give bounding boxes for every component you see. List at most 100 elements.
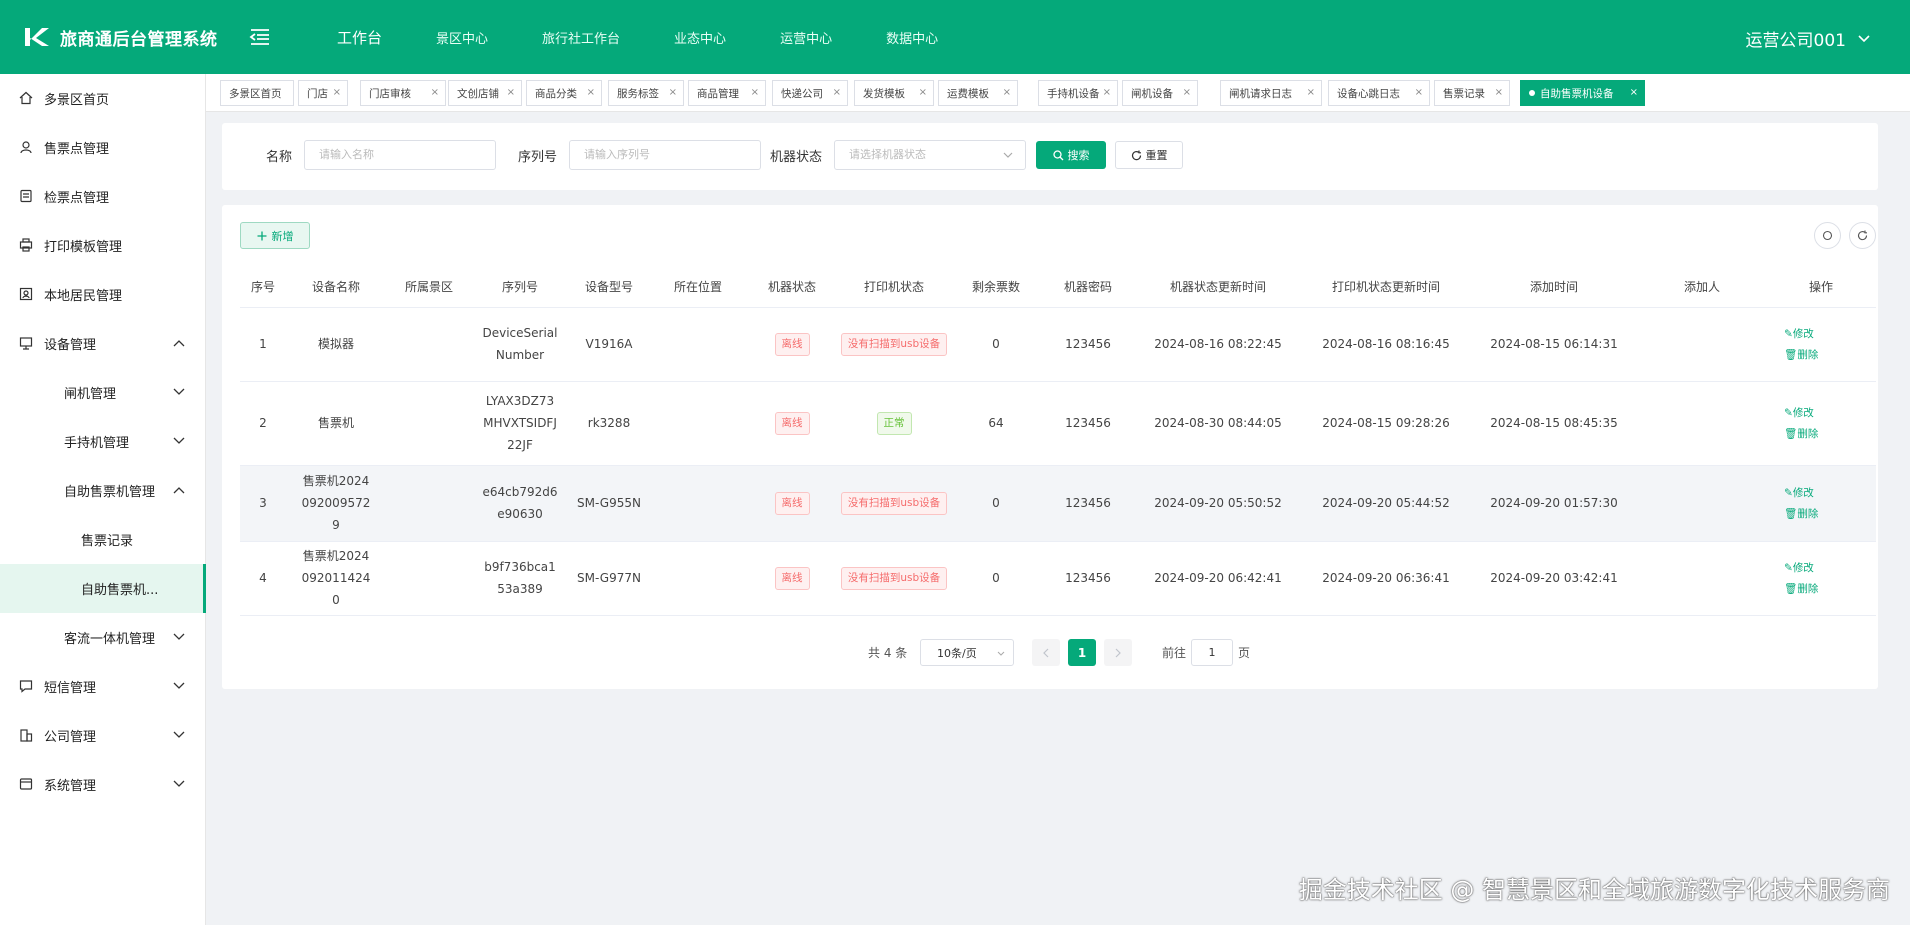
edit-button[interactable]: ✎修改 xyxy=(1768,485,1874,501)
menu-fold-icon[interactable] xyxy=(248,25,272,49)
cell-status-time: 2024-08-30 08:44:05 xyxy=(1134,381,1302,466)
table-row[interactable]: 3 售票机20240920095729 e64cb792d6e90630 SM-… xyxy=(240,465,1876,542)
tab-product-management[interactable]: 商品管理 × xyxy=(688,80,766,106)
tab-self-service-device[interactable]: 自助售票机设备 × xyxy=(1520,80,1645,106)
sidebar-item-system[interactable]: 系统管理 xyxy=(0,760,205,809)
sidebar-item-resident[interactable]: 本地居民管理 xyxy=(0,270,205,319)
edit-icon: ✎ xyxy=(1784,406,1793,419)
delete-button[interactable]: 🗑删除 xyxy=(1768,347,1874,363)
sms-icon xyxy=(19,680,33,693)
status-select[interactable]: 请选择机器状态 xyxy=(834,140,1026,170)
close-icon[interactable]: × xyxy=(751,87,759,98)
tab-store[interactable]: 门店 × xyxy=(298,80,348,106)
tab-freight-template[interactable]: 运费模板 × xyxy=(938,80,1018,106)
sidebar-item-label: 闸机管理 xyxy=(64,387,117,402)
close-icon[interactable]: × xyxy=(833,87,841,98)
column-header: 设备型号 xyxy=(568,267,650,308)
tab-label: 设备心跳日志 xyxy=(1337,87,1400,100)
tab-store-review[interactable]: 门店审核 × xyxy=(360,80,446,106)
tab-delivery-template[interactable]: 发货模板 × xyxy=(854,80,934,106)
status-placeholder: 请选择机器状态 xyxy=(849,148,926,161)
close-icon[interactable]: × xyxy=(507,87,515,98)
delete-button[interactable]: 🗑删除 xyxy=(1768,426,1874,442)
sidebar-item-ticket-point[interactable]: 售票点管理 xyxy=(0,123,205,172)
cell-model: V1916A xyxy=(568,307,650,382)
goto-page-input[interactable]: 1 xyxy=(1191,639,1233,666)
tab-gate-request-log[interactable]: 闸机请求日志 × xyxy=(1220,80,1322,106)
tab-service-tag[interactable]: 服务标签 × xyxy=(608,80,684,106)
sidebar-item-handheld[interactable]: 手持机管理 xyxy=(0,417,205,466)
close-icon[interactable]: × xyxy=(1003,87,1011,98)
sidebar-item-home[interactable]: 多景区首页 xyxy=(0,74,205,123)
prev-page-button[interactable] xyxy=(1032,639,1060,666)
topnav-travel-agency[interactable]: 旅行社工作台 xyxy=(542,28,620,47)
user-menu[interactable]: 运营公司001 xyxy=(1746,26,1870,51)
name-input[interactable]: 请输入名称 xyxy=(304,140,496,170)
table-row[interactable]: 2 售票机 LYAX3DZ73MHVXTSIDFJ22JF rk3288 离线 … xyxy=(240,381,1876,466)
close-icon[interactable]: × xyxy=(431,87,439,98)
tab-heartbeat-log[interactable]: 设备心跳日志 × xyxy=(1328,80,1430,106)
sidebar-item-self-service-machine[interactable]: 自助售票机管理 xyxy=(0,466,205,515)
cell-model: SM-G977N xyxy=(568,541,650,616)
sidebar-item-passenger-flow[interactable]: 客流一体机管理 xyxy=(0,613,205,662)
delete-button[interactable]: 🗑删除 xyxy=(1768,581,1874,597)
sidebar-item-label: 手持机管理 xyxy=(64,436,130,451)
sidebar-item-label: 售票记录 xyxy=(81,534,134,549)
page-number-1[interactable]: 1 xyxy=(1068,639,1096,666)
close-icon[interactable]: × xyxy=(1307,87,1315,98)
chevron-down-icon xyxy=(997,651,1005,656)
edit-button[interactable]: ✎修改 xyxy=(1768,560,1874,576)
close-icon[interactable]: × xyxy=(1495,87,1503,98)
topnav-data-center[interactable]: 数据中心 xyxy=(886,28,938,47)
toggle-search-button[interactable] xyxy=(1814,222,1841,249)
add-button-label: 新增 xyxy=(271,229,294,243)
tab-gate-device[interactable]: 闸机设备 × xyxy=(1122,80,1198,106)
sidebar-item-gate[interactable]: 闸机管理 xyxy=(0,368,205,417)
refresh-icon xyxy=(1857,230,1868,241)
close-icon[interactable]: × xyxy=(669,87,677,98)
sidebar-item-sales-record[interactable]: 售票记录 xyxy=(0,515,205,564)
tab-handheld-device[interactable]: 手持机设备 × xyxy=(1038,80,1118,106)
close-icon[interactable]: × xyxy=(333,87,341,98)
table-row[interactable]: 4 售票机20240920114240 b9f736bca153a389 SM-… xyxy=(240,541,1876,616)
tab-product-category[interactable]: 商品分类 × xyxy=(526,80,602,106)
cell-printer: 正常 xyxy=(838,381,950,466)
close-icon[interactable]: × xyxy=(1415,87,1423,98)
page-size-select[interactable]: 10条/页 xyxy=(920,639,1014,666)
reset-button[interactable]: 重置 xyxy=(1115,141,1183,169)
close-icon[interactable]: × xyxy=(1103,87,1111,98)
delete-button[interactable]: 🗑删除 xyxy=(1768,506,1874,522)
search-button[interactable]: 搜索 xyxy=(1036,141,1106,169)
edit-button[interactable]: ✎修改 xyxy=(1768,326,1874,342)
table-row[interactable]: 1 模拟器 DeviceSerialNumber V1916A 离线 没有扫描到… xyxy=(240,307,1876,382)
topnav-workbench[interactable]: 工作台 xyxy=(337,27,382,48)
serial-input[interactable]: 请输入序列号 xyxy=(569,140,761,170)
topnav-scenic-center[interactable]: 景区中心 xyxy=(436,28,488,47)
sidebar-item-sms[interactable]: 短信管理 xyxy=(0,662,205,711)
sidebar-item-device-management[interactable]: 设备管理 xyxy=(0,319,205,368)
next-page-button[interactable] xyxy=(1104,639,1132,666)
sidebar-item-check-point[interactable]: 检票点管理 xyxy=(0,172,205,221)
trash-icon: 🗑 xyxy=(1784,427,1798,440)
delete-label: 删除 xyxy=(1797,582,1819,595)
topnav-business-center[interactable]: 业态中心 xyxy=(674,28,726,47)
sidebar-item-print-template[interactable]: 打印模板管理 xyxy=(0,221,205,270)
close-icon[interactable]: × xyxy=(919,87,927,98)
add-button[interactable]: 新增 xyxy=(240,222,310,249)
topnav-operation-center[interactable]: 运营中心 xyxy=(780,28,832,47)
column-header: 序列号 xyxy=(472,267,568,308)
tab-creative-shop[interactable]: 文创店铺 × xyxy=(448,80,522,106)
sidebar-item-label: 打印模板管理 xyxy=(44,240,123,255)
sidebar-item-self-service-device[interactable]: 自助售票机... xyxy=(0,564,206,613)
cell-tickets: 64 xyxy=(950,381,1042,466)
close-icon[interactable]: × xyxy=(587,87,595,98)
close-icon[interactable]: × xyxy=(1183,87,1191,98)
edit-button[interactable]: ✎修改 xyxy=(1768,405,1874,421)
tab-express-company[interactable]: 快递公司 × xyxy=(772,80,848,106)
print-template-icon xyxy=(19,238,33,252)
tab-scenic-home[interactable]: 多景区首页 xyxy=(220,80,294,106)
tab-sales-record[interactable]: 售票记录 × xyxy=(1434,80,1510,106)
refresh-button[interactable] xyxy=(1849,222,1876,249)
sidebar-item-company[interactable]: 公司管理 xyxy=(0,711,205,760)
close-icon[interactable]: × xyxy=(1630,87,1638,98)
